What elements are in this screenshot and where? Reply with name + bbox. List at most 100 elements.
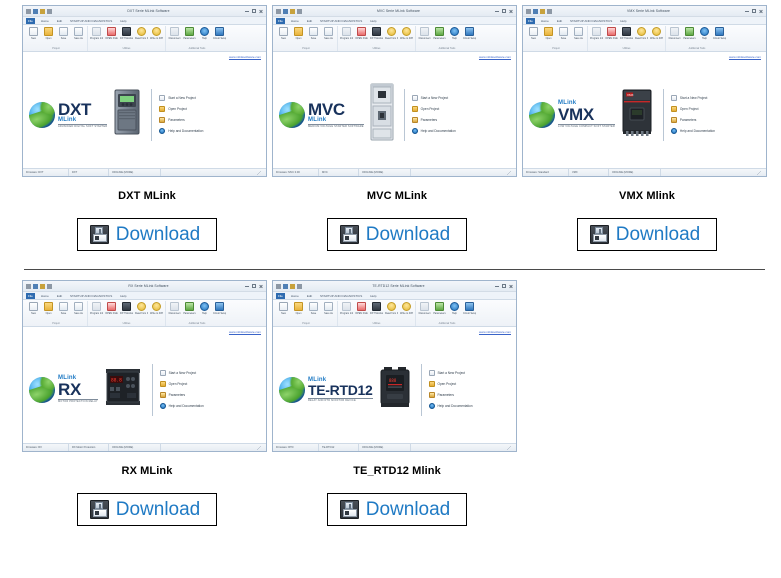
ribbon-button-write-to-dxt[interactable]: Write to DXT xyxy=(150,301,163,315)
ribbon-button-new[interactable]: New xyxy=(27,301,40,315)
splash-menu-item-help-and-documentation[interactable]: Help and Documentation xyxy=(159,403,260,409)
splash-menu-item-open-project[interactable]: Open Project xyxy=(159,381,260,387)
ribbon-tab-help[interactable]: Help xyxy=(618,18,628,25)
close-button[interactable] xyxy=(509,284,513,289)
ribbon-tab-startup-and-diagnostics[interactable]: STARTUP AND DIAGNOSTICS xyxy=(68,293,114,300)
ribbon-button-open[interactable]: Open xyxy=(42,301,55,315)
ribbon-button-write-to-dxt[interactable]: Write to DXT xyxy=(400,301,413,315)
close-button[interactable] xyxy=(759,9,763,14)
ribbon-button-help[interactable]: Help xyxy=(448,26,461,40)
ribbon-button-circuit-setup[interactable]: Circuit Setup xyxy=(213,301,226,315)
ribbon-tab-home[interactable]: Home xyxy=(39,18,51,25)
ribbon-button-save[interactable]: Save xyxy=(57,26,70,40)
ribbon-tabs[interactable]: File Home Edit STARTUP AND DIAGNOSTICS Help xyxy=(273,292,516,300)
ribbon-tab-edit[interactable]: Edit xyxy=(55,293,64,300)
quick-access-toolbar[interactable] xyxy=(526,8,552,14)
splash-menu-item-parameters[interactable]: Parameters xyxy=(411,117,510,123)
undo-icon[interactable] xyxy=(33,283,38,289)
ribbon-button-save-as[interactable]: Save As xyxy=(72,301,85,315)
ribbon-tab-edit[interactable]: Edit xyxy=(305,293,314,300)
minimize-button[interactable] xyxy=(245,284,249,288)
ribbon-button-open-file[interactable]: OPEN FILE xyxy=(105,301,118,315)
ribbon-tab-startup-and-diagnostics[interactable]: STARTUP AND DIAGNOSTICS xyxy=(68,18,114,25)
ribbon-button-dxt-monitor[interactable]: DXT Monitor xyxy=(370,26,383,40)
download-button[interactable]: Download xyxy=(326,493,468,526)
splash-menu-item-open-project[interactable]: Open Project xyxy=(159,106,260,112)
ribbon-button-read-from-dxt[interactable]: Read from DXT xyxy=(385,301,398,315)
ribbon-button-disconnect[interactable]: Disconnect xyxy=(418,301,431,315)
save-icon[interactable] xyxy=(526,8,531,14)
window-controls[interactable] xyxy=(245,9,263,14)
splash-menu-item-help-and-documentation[interactable]: Help and Documentation xyxy=(159,128,260,134)
splash-menu[interactable]: Start a New Project Open Project Parameter… xyxy=(428,370,511,409)
ribbon-button-parameters[interactable]: Parameters xyxy=(183,301,196,315)
ribbon-button-open[interactable]: Open xyxy=(42,26,55,40)
ribbon-button-program-info[interactable]: Program Info xyxy=(90,301,103,315)
ribbon-tabs[interactable]: File Home Edit STARTUP AND DIAGNOSTICS Help xyxy=(523,17,766,25)
splash-menu-item-help-and-documentation[interactable]: Help and Documentation xyxy=(411,128,510,134)
ribbon-tab-edit[interactable]: Edit xyxy=(555,18,564,25)
splash-menu-item-open-project[interactable]: Open Project xyxy=(670,106,760,112)
splash-menu-item-help-and-documentation[interactable]: Help and Documentation xyxy=(428,403,511,409)
undo-icon[interactable] xyxy=(33,8,38,14)
ribbon-button-circuit-setup[interactable]: Circuit Setup xyxy=(713,26,726,40)
ribbon-toolbar[interactable]: New Open Save Save As Project Program Info OPE… xyxy=(23,25,266,52)
ribbon-toolbar[interactable]: New Open Save Save As Project Program Info OPE… xyxy=(273,300,516,327)
window-controls[interactable] xyxy=(245,284,263,289)
ribbon-button-write-to-dxt[interactable]: Write to DXT xyxy=(150,26,163,40)
ribbon-tab-file[interactable]: File xyxy=(26,17,35,24)
status-resize-grip[interactable] xyxy=(411,444,516,451)
redo-icon[interactable] xyxy=(40,283,45,289)
ribbon-tab-help[interactable]: Help xyxy=(368,18,378,25)
redo-icon[interactable] xyxy=(40,8,45,14)
quick-access-toolbar[interactable] xyxy=(26,8,52,14)
ribbon-button-save-as[interactable]: Save As xyxy=(322,26,335,40)
ribbon-button-parameters[interactable]: Parameters xyxy=(683,26,696,40)
ribbon-button-open-file[interactable]: OPEN FILE xyxy=(355,301,368,315)
maximize-button[interactable] xyxy=(502,9,506,13)
ribbon-tab-file[interactable]: File xyxy=(526,17,535,24)
splash-menu[interactable]: Start a New Project Open Project Parameter… xyxy=(159,370,260,409)
ribbon-button-circuit-setup[interactable]: Circuit Setup xyxy=(463,26,476,40)
website-link[interactable]: www.mlinksoftware.com xyxy=(479,330,511,334)
ribbon-button-dxt-monitor[interactable]: DXT Monitor xyxy=(370,301,383,315)
ribbon-tabs[interactable]: File Home Edit STARTUP AND DIAGNOSTICS Help xyxy=(273,17,516,25)
ribbon-tab-edit[interactable]: Edit xyxy=(305,18,314,25)
ribbon-tab-home[interactable]: Home xyxy=(39,293,51,300)
ribbon-button-open[interactable]: Open xyxy=(542,26,555,40)
ribbon-button-save-as[interactable]: Save As xyxy=(72,26,85,40)
ribbon-button-save[interactable]: Save xyxy=(307,301,320,315)
undo-icon[interactable] xyxy=(533,8,538,14)
ribbon-button-parameters[interactable]: Parameters xyxy=(433,301,446,315)
ribbon-button-circuit-setup[interactable]: Circuit Setup xyxy=(463,301,476,315)
splash-menu[interactable]: Start a New Project Open Project Parameter… xyxy=(159,95,260,134)
ribbon-tab-edit[interactable]: Edit xyxy=(55,18,64,25)
ribbon-button-help[interactable]: Help xyxy=(698,26,711,40)
ribbon-tab-help[interactable]: Help xyxy=(368,293,378,300)
ribbon-tab-startup-and-diagnostics[interactable]: STARTUP AND DIAGNOSTICS xyxy=(568,18,614,25)
ribbon-button-disconnect[interactable]: Disconnect xyxy=(168,301,181,315)
splash-menu-item-parameters[interactable]: Parameters xyxy=(159,392,260,398)
maximize-button[interactable] xyxy=(252,9,256,13)
ribbon-button-help[interactable]: Help xyxy=(198,26,211,40)
ribbon-button-help[interactable]: Help xyxy=(198,301,211,315)
splash-menu[interactable]: Start a New Project Open Project Parameter… xyxy=(670,95,760,134)
window-controls[interactable] xyxy=(495,9,513,14)
ribbon-button-read-from-dxt[interactable]: Read from DXT xyxy=(635,26,648,40)
ribbon-tab-startup-and-diagnostics[interactable]: STARTUP AND DIAGNOSTICS xyxy=(318,293,364,300)
redo-icon[interactable] xyxy=(290,8,295,14)
splash-menu-item-start-a-new-project[interactable]: Start a New Project xyxy=(428,370,511,376)
ribbon-button-open[interactable]: Open xyxy=(292,26,305,40)
save-icon[interactable] xyxy=(26,283,31,289)
window-controls[interactable] xyxy=(745,9,763,14)
ribbon-button-help[interactable]: Help xyxy=(448,301,461,315)
splash-menu-item-help-and-documentation[interactable]: Help and Documentation xyxy=(670,128,760,134)
quick-access-toolbar[interactable] xyxy=(26,283,52,289)
ribbon-button-disconnect[interactable]: Disconnect xyxy=(668,26,681,40)
ribbon-button-circuit-setup[interactable]: Circuit Setup xyxy=(213,26,226,40)
maximize-button[interactable] xyxy=(502,284,506,288)
splash-menu[interactable]: Start a New Project Open Project Parameter… xyxy=(411,95,510,134)
ribbon-button-new[interactable]: New xyxy=(27,26,40,40)
minimize-button[interactable] xyxy=(495,9,499,13)
ribbon-button-new[interactable]: New xyxy=(527,26,540,40)
